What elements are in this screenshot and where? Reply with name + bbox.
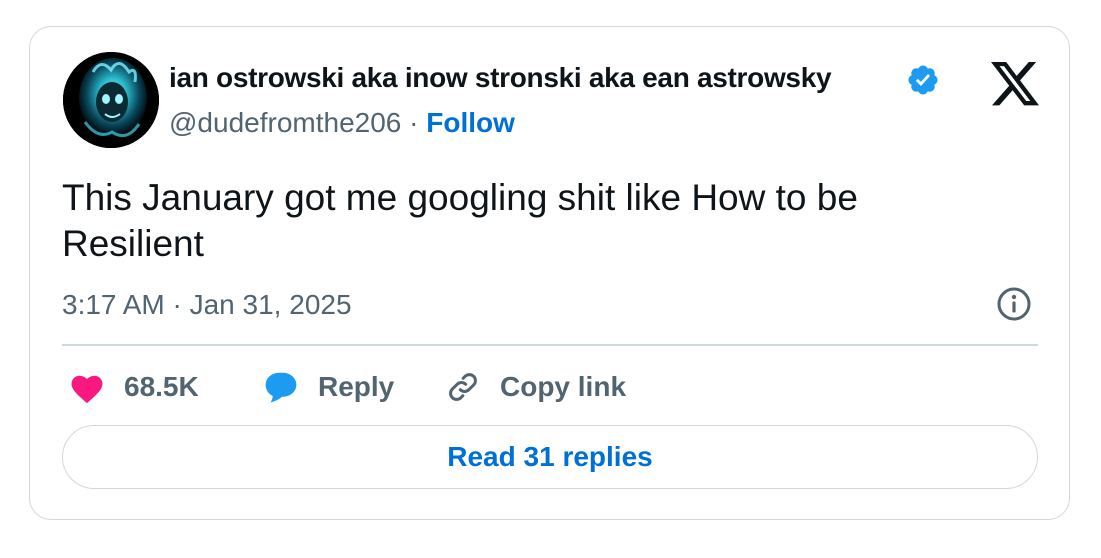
- like-count: 68.5K: [124, 371, 199, 402]
- avatar-image: [63, 52, 159, 148]
- reply-bubble-icon: [265, 372, 297, 403]
- read-replies-button[interactable]: Read 31 replies: [62, 425, 1038, 489]
- tweet-embed-card: ian ostrowski aka inow stronski aka ean …: [29, 26, 1070, 520]
- info-icon[interactable]: [996, 286, 1032, 322]
- copy-link-button[interactable]: Copy link: [444, 367, 626, 407]
- verified-badge-icon: [908, 65, 938, 95]
- like-button[interactable]: 68.5K: [68, 367, 199, 407]
- heart-icon: [71, 375, 103, 404]
- reply-label: Reply: [318, 371, 395, 402]
- author-handle[interactable]: @dudefromthe206: [169, 107, 401, 138]
- tweet-timestamp[interactable]: 3:17 AM · Jan 31, 2025: [62, 289, 352, 321]
- link-icon: [449, 373, 477, 401]
- tweet-text: This January got me googling shit like H…: [62, 177, 858, 264]
- follow-button[interactable]: Follow: [426, 107, 515, 138]
- author-display-name[interactable]: ian ostrowski aka inow stronski aka ean …: [169, 62, 832, 94]
- handle-separator: ·: [409, 107, 419, 138]
- x-logo-icon[interactable]: [991, 62, 1039, 106]
- author-handle-line: @dudefromthe206 · Follow: [169, 107, 515, 139]
- copy-link-label: Copy link: [500, 371, 627, 402]
- divider: [62, 344, 1038, 346]
- reply-button[interactable]: Reply: [262, 367, 394, 407]
- read-replies-label: Read 31 replies: [447, 441, 653, 472]
- avatar[interactable]: [63, 52, 159, 148]
